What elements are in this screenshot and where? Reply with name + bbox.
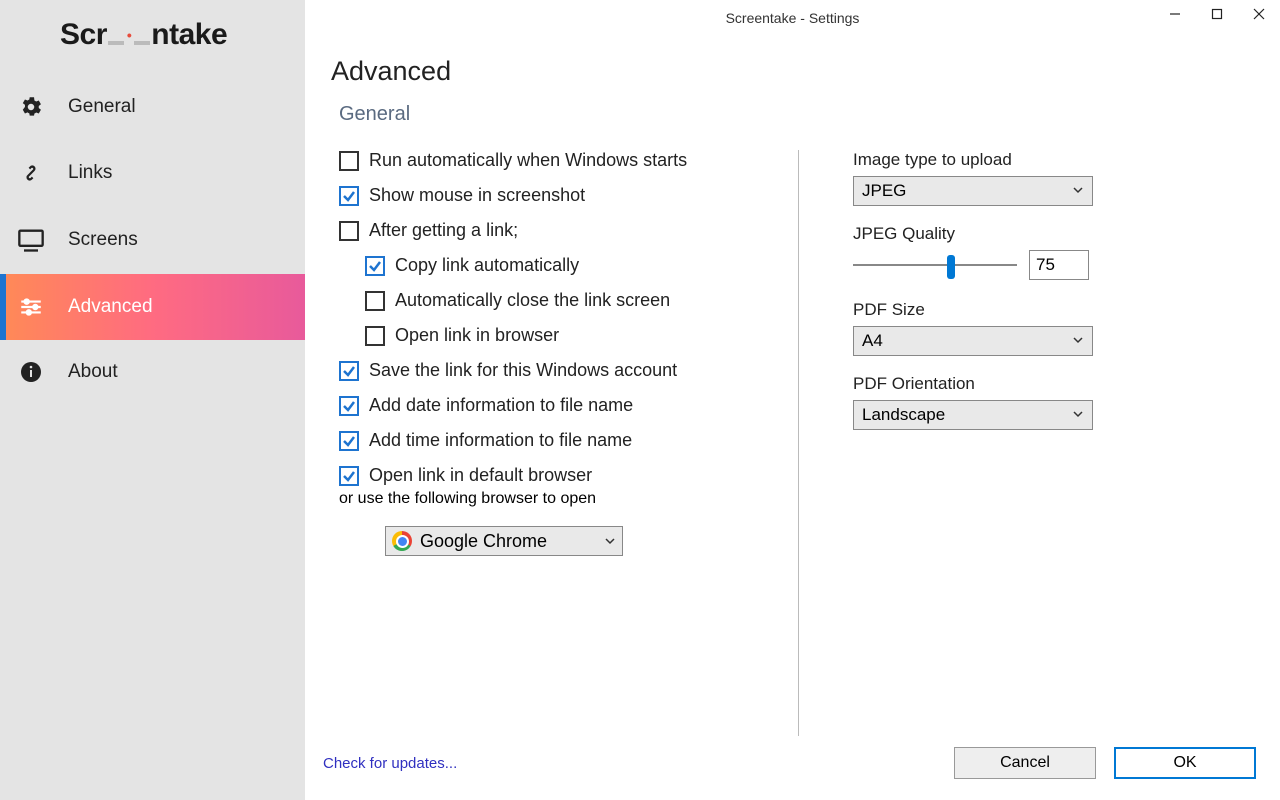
slider-thumb[interactable] [947,255,955,279]
settings-columns: Run automatically when Windows starts Sh… [329,150,1256,736]
jpeg-quality-input[interactable] [1029,250,1089,280]
option-add-date: Add date information to file name [339,395,778,416]
chrome-icon [392,531,412,551]
sidebar-item-links[interactable]: Links [0,140,305,206]
pdf-orientation-value: Landscape [862,405,945,425]
sidebar-item-label: Screens [68,229,138,251]
checkbox-copy-link[interactable] [365,256,385,276]
check-updates-link[interactable]: Check for updates... [323,755,457,772]
window-title: Screentake - Settings [726,10,860,26]
minimize-icon [1169,8,1181,20]
logo-box-left [108,23,124,45]
sidebar-nav: General Links Screens Advanced About [0,64,305,800]
page-title: Advanced [331,56,1256,87]
option-add-time: Add time information to file name [339,430,778,451]
option-after-link: After getting a link; [339,220,778,241]
image-type-select[interactable]: JPEG [853,176,1093,206]
jpeg-quality-slider[interactable] [853,255,1017,275]
option-open-in-browser: Open link in browser [365,325,778,346]
titlebar: Screentake - Settings [305,0,1280,36]
main-panel: Screentake - Settings Advanced General R… [305,0,1280,800]
chevron-down-icon [1072,181,1084,201]
left-column: Run automatically when Windows starts Sh… [329,150,799,736]
pdf-size-select[interactable]: A4 [853,326,1093,356]
sidebar-item-label: Links [68,162,112,184]
checkbox-show-mouse[interactable] [339,186,359,206]
checkbox-run-automatically[interactable] [339,151,359,171]
option-open-default: Open link in default browser or use the … [339,465,778,508]
option-label: Automatically close the link screen [395,290,670,311]
maximize-button[interactable] [1196,0,1238,28]
slider-track [853,264,1017,266]
sidebar-item-label: General [68,96,136,118]
content: Advanced General Run automatically when … [305,36,1280,736]
chevron-down-icon [604,531,616,552]
sidebar-item-about[interactable]: About [0,340,305,404]
option-subtext: or use the following browser to open [339,490,596,507]
sidebar-item-general[interactable]: General [0,74,305,140]
checkbox-save-link[interactable] [339,361,359,381]
maximize-icon [1211,8,1223,20]
option-label: Save the link for this Windows account [369,360,677,381]
right-column: Image type to upload JPEG JPEG Quality P… [799,150,1109,736]
option-label: Show mouse in screenshot [369,185,585,206]
section-title: General [339,103,1256,126]
option-label: Copy link automatically [395,255,579,276]
checkbox-open-in-browser[interactable] [365,326,385,346]
option-save-link: Save the link for this Windows account [339,360,778,381]
logo-dot: • [125,27,133,43]
minimize-button[interactable] [1154,0,1196,28]
footer: Check for updates... Cancel OK [305,736,1280,800]
app-logo: Scr • ntake [0,0,305,64]
sidebar-item-advanced[interactable]: Advanced [0,274,305,340]
browser-select-value: Google Chrome [420,531,547,552]
logo-post: ntake [151,18,227,51]
cancel-button[interactable]: Cancel [954,747,1096,779]
option-label: Open link in default browser [369,465,592,486]
ok-button[interactable]: OK [1114,747,1256,779]
image-type-value: JPEG [862,181,906,201]
browser-select[interactable]: Google Chrome [385,526,623,556]
option-show-mouse: Show mouse in screenshot [339,185,778,206]
link-icon [16,160,46,186]
info-icon [16,360,46,384]
logo-pre: Scr [60,18,107,51]
option-label: Open link in browser [395,325,559,346]
sidebar-item-screens[interactable]: Screens [0,206,305,274]
pdf-size-value: A4 [862,331,883,351]
checkbox-auto-close[interactable] [365,291,385,311]
chevron-down-icon [1072,331,1084,351]
option-auto-close: Automatically close the link screen [365,290,778,311]
sidebar-item-label: About [68,361,118,383]
pdf-orientation-label: PDF Orientation [853,374,1109,394]
gear-icon [16,94,46,120]
window-controls [1154,0,1280,28]
option-copy-link: Copy link automatically [365,255,778,276]
chevron-down-icon [1072,405,1084,425]
jpeg-quality-row [853,250,1109,280]
option-label: Add time information to file name [369,430,632,451]
pdf-size-label: PDF Size [853,300,1109,320]
image-type-label: Image type to upload [853,150,1109,170]
checkbox-open-default[interactable] [339,466,359,486]
sidebar-item-label: Advanced [68,296,153,318]
checkbox-add-date[interactable] [339,396,359,416]
close-button[interactable] [1238,0,1280,28]
monitor-icon [16,226,46,254]
logo-box-right [134,23,150,45]
checkbox-after-link[interactable] [339,221,359,241]
option-label: Run automatically when Windows starts [369,150,687,171]
close-icon [1253,8,1265,20]
jpeg-quality-label: JPEG Quality [853,224,1109,244]
checkbox-add-time[interactable] [339,431,359,451]
sidebar: Scr • ntake General Links Screens Advanced [0,0,305,800]
option-label: Add date information to file name [369,395,633,416]
option-label: After getting a link; [369,220,518,241]
option-run-automatically: Run automatically when Windows starts [339,150,778,171]
sliders-icon [16,294,46,320]
pdf-orientation-select[interactable]: Landscape [853,400,1093,430]
